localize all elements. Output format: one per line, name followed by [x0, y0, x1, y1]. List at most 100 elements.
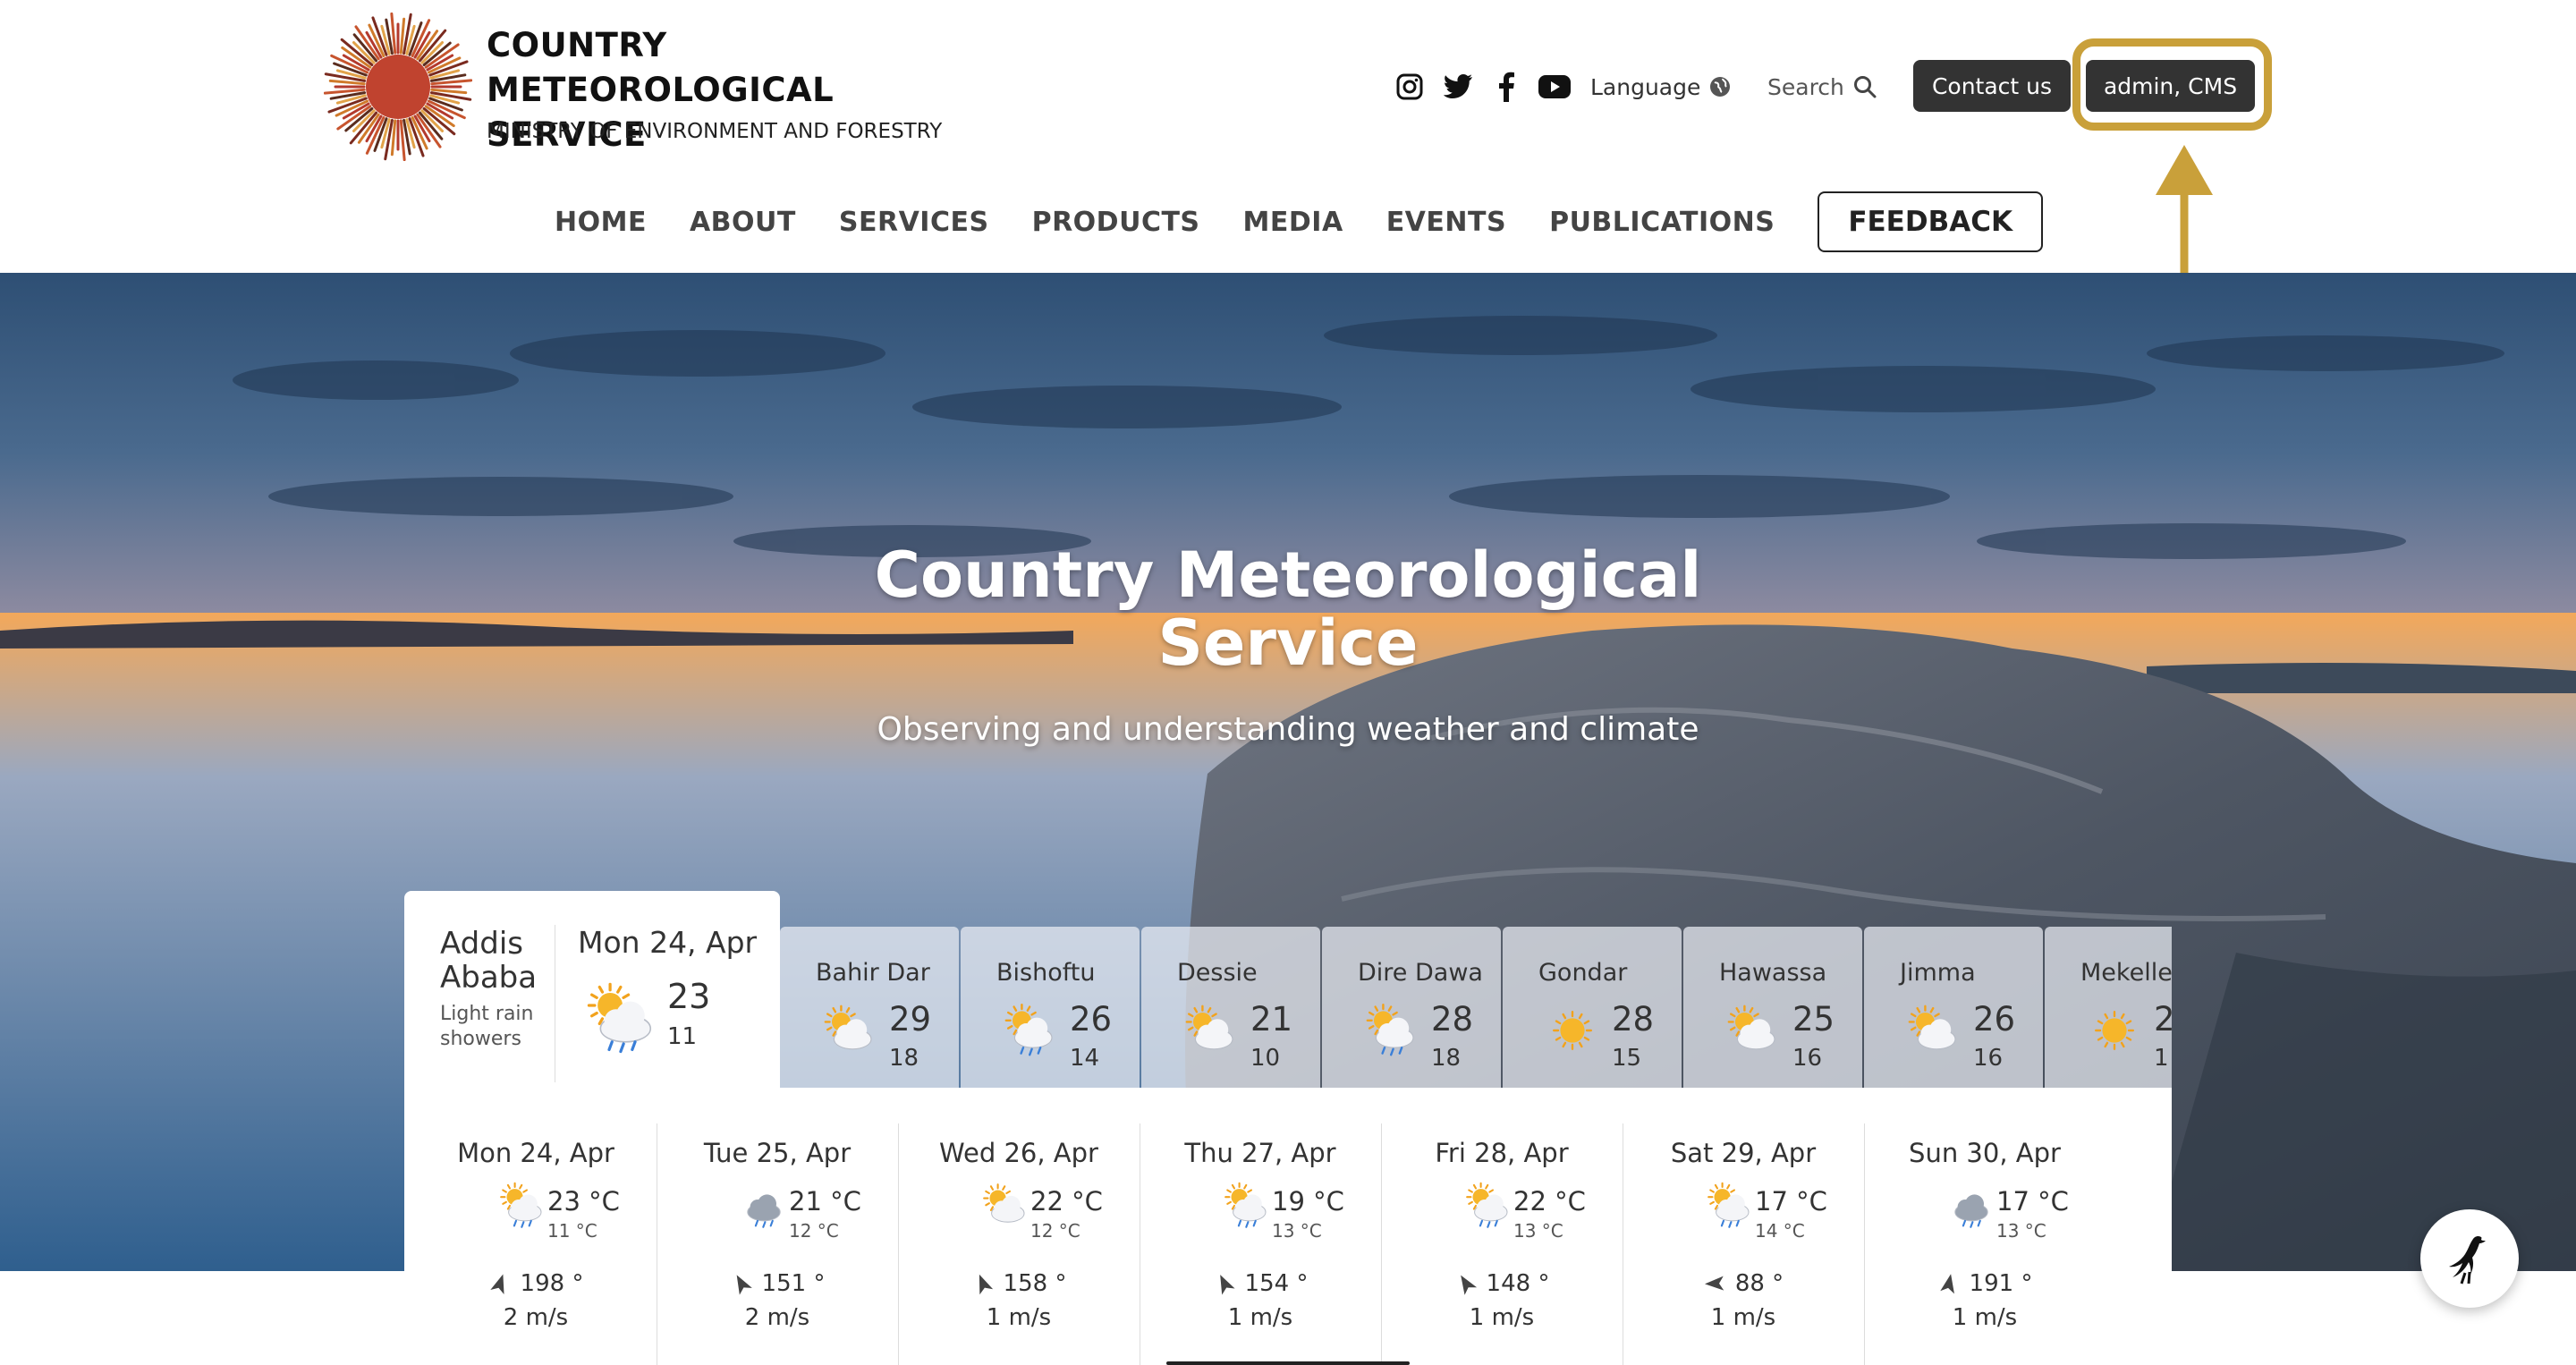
city-tab[interactable]: Bishoftu 26 14	[961, 927, 1140, 1088]
forecast-max-temp: 19 °C	[1272, 1186, 1344, 1217]
wind-direction-value: 154 °	[1244, 1270, 1309, 1297]
forecast-min-temp: 13 °C	[1513, 1220, 1563, 1242]
city-name: Bishoftu	[996, 959, 1096, 987]
nav-services[interactable]: SERVICES	[818, 207, 1011, 238]
city-min-temp: 18	[1431, 1045, 1462, 1072]
sun-cloud-icon	[1185, 1005, 1233, 1050]
sun-cloud-icon	[824, 1005, 872, 1050]
forecast-min-temp: 12 °C	[789, 1220, 839, 1242]
feedback-button[interactable]: FEEDBACK	[1818, 191, 2043, 252]
sun-icon	[1553, 1011, 1592, 1050]
forecast-max-temp: 22 °C	[1513, 1186, 1586, 1217]
search-link[interactable]: Search	[1767, 68, 1877, 106]
wind-direction: 191 °	[1864, 1270, 2106, 1297]
city-name: Dire Dawa	[1358, 959, 1483, 987]
nav-home[interactable]: HOME	[533, 207, 668, 238]
chat-widget-button[interactable]	[2420, 1209, 2519, 1308]
nav-events[interactable]: EVENTS	[1365, 207, 1528, 238]
city-max-temp: 29	[889, 1000, 932, 1039]
city-max-temp: 21	[1250, 1000, 1293, 1039]
site-header: COUNTRY METEOROLOGICAL SERVICE MINISTRY …	[0, 0, 2576, 283]
nav-products[interactable]: PRODUCTS	[1011, 207, 1222, 238]
city-name: Bahir Dar	[816, 959, 930, 987]
sun-cloud-rain-icon	[1004, 1004, 1053, 1056]
city-tabs: Bahir Dar 29 18 Bishoftu 26 14 Dessie 21 10 Dire …	[780, 927, 2172, 1088]
sun-icon	[2095, 1011, 2134, 1050]
current-min-temp: 11	[667, 1023, 698, 1050]
nav-media[interactable]: MEDIA	[1222, 207, 1365, 238]
city-min-temp: 15	[1612, 1045, 1642, 1072]
forecast-max-temp: 17 °C	[1996, 1186, 2069, 1217]
forecast-day[interactable]: Fri 28, Apr 22 °C 13 °C 148 ° 1 m/s	[1381, 1088, 1623, 1365]
city-min-temp: 18	[889, 1045, 919, 1072]
forecast-min-temp: 13 °C	[1996, 1220, 2046, 1242]
forecast-day[interactable]: Sat 29, Apr 17 °C 14 °C 88 ° 1 m/s	[1623, 1088, 1864, 1365]
bird-icon	[2449, 1235, 2486, 1284]
sun-cloud-rain-icon	[587, 982, 652, 1054]
wind-arrow-icon	[1939, 1274, 1954, 1294]
wind-speed: 1 m/s	[1469, 1304, 1535, 1331]
city-tab[interactable]: Dessie 21 10	[1141, 927, 1320, 1088]
instagram-icon[interactable]	[1392, 69, 1428, 105]
city-min-temp: 10	[1250, 1045, 1281, 1072]
wind-speed: 1 m/s	[1952, 1304, 2018, 1331]
youtube-icon[interactable]	[1537, 69, 1572, 105]
twitter-icon[interactable]	[1440, 69, 1476, 105]
city-tab[interactable]: Jimma 26 16	[1864, 927, 2043, 1088]
contact-us-button[interactable]: Contact us	[1913, 60, 2071, 112]
sun-cloud-rain-icon	[1466, 1182, 1508, 1228]
wind-direction: 88 °	[1623, 1270, 1864, 1297]
forecast-max-temp: 17 °C	[1755, 1186, 1827, 1217]
cloud-rain-icon	[1954, 1194, 1988, 1228]
city-tab[interactable]: Bahir Dar 29 18	[780, 927, 959, 1088]
wind-direction: 154 °	[1140, 1270, 1381, 1297]
city-tab[interactable]: Gondar 28 15	[1503, 927, 1682, 1088]
forecast-day[interactable]: Mon 24, Apr 23 °C 11 °C 198 ° 2 m/s	[415, 1088, 657, 1365]
wind-direction: 158 °	[898, 1270, 1140, 1297]
city-max-temp: 25	[1792, 1000, 1835, 1039]
forecast-day[interactable]: Tue 25, Apr 21 °C 12 °C 151 ° 2 m/s	[657, 1088, 898, 1365]
wind-direction-value: 158 °	[1003, 1270, 1067, 1297]
globe-icon	[1710, 77, 1731, 97]
city-tab[interactable]: Mekelle 2 1	[2045, 927, 2172, 1088]
language-selector[interactable]: Language	[1590, 68, 1731, 106]
cloud-rain-icon	[747, 1194, 781, 1228]
search-label: Search	[1767, 73, 1844, 100]
sun-logo-icon[interactable]	[324, 13, 472, 161]
wind-direction: 198 °	[415, 1270, 657, 1297]
wind-arrow-icon	[489, 1274, 504, 1294]
forecast-day[interactable]: Sun 30, Apr 17 °C 13 °C 191 ° 1 m/s	[1864, 1088, 2106, 1365]
wind-direction: 151 °	[657, 1270, 898, 1297]
city-min-temp: 1	[2154, 1045, 2169, 1072]
wind-speed: 1 m/s	[1710, 1304, 1776, 1331]
sun-cloud-icon	[1908, 1005, 1956, 1050]
wind-direction-value: 148 °	[1486, 1270, 1550, 1297]
sun-shape	[2095, 1011, 2134, 1050]
current-weather-description: Light rain showers	[440, 1003, 534, 1050]
forecast-day-name: Tue 25, Apr	[703, 1138, 852, 1168]
forecast-day[interactable]: Wed 26, Apr 22 °C 12 °C 158 ° 1 m/s	[898, 1088, 1140, 1365]
current-city-name: Addis Ababa	[440, 926, 538, 996]
city-max-temp: 28	[1431, 1000, 1474, 1039]
admin-cms-button[interactable]: admin, CMS	[2086, 60, 2255, 112]
current-city-card[interactable]: Addis Ababa Light rain showers Mon 24, A…	[404, 891, 780, 1088]
language-label: Language	[1590, 73, 1701, 100]
wind-direction-value: 151 °	[761, 1270, 826, 1297]
sun-cloud-rain-icon	[500, 1182, 542, 1228]
city-name: Gondar	[1538, 959, 1628, 987]
wind-direction-value: 88 °	[1734, 1270, 1784, 1297]
city-max-temp: 2	[2154, 1000, 2172, 1039]
city-tab[interactable]: Hawassa 25 16	[1683, 927, 1862, 1088]
divider	[1864, 1123, 1865, 1365]
city-tab[interactable]: Dire Dawa 28 18	[1322, 927, 1501, 1088]
forecast-day[interactable]: Thu 27, Apr 19 °C 13 °C 154 ° 1 m/s	[1140, 1088, 1381, 1365]
wind-direction: 148 °	[1381, 1270, 1623, 1297]
nav-about[interactable]: ABOUT	[668, 207, 818, 238]
facebook-icon[interactable]	[1488, 69, 1524, 105]
main-nav: HOME ABOUT SERVICES PRODUCTS MEDIA EVENT…	[0, 186, 2576, 258]
city-name: Jimma	[1900, 959, 1976, 987]
hero-subtitle: Observing and understanding weather and …	[877, 711, 1699, 748]
nav-publications[interactable]: PUBLICATIONS	[1528, 207, 1796, 238]
wind-speed: 2 m/s	[744, 1304, 810, 1331]
forecast-day-name: Wed 26, Apr	[939, 1138, 1098, 1168]
